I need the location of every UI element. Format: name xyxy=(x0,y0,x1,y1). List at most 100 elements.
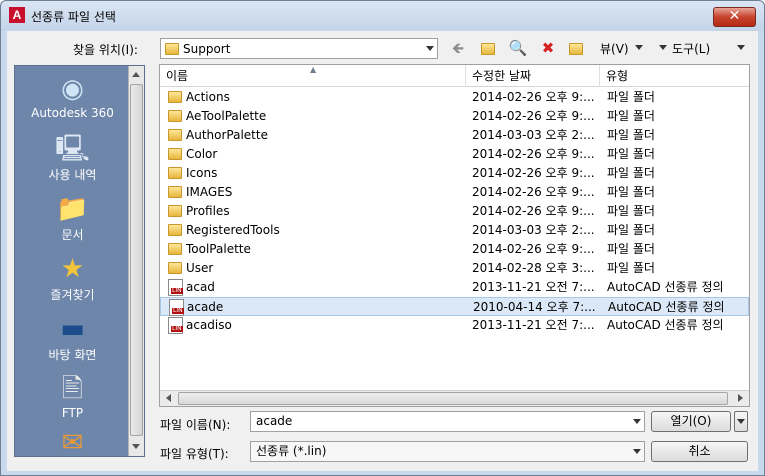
folder-icon xyxy=(168,224,182,236)
filetype-label: 파일 유형(T): xyxy=(160,447,229,461)
cloud-icon: ◉ xyxy=(61,74,84,104)
history-icon: 🖳 xyxy=(55,134,90,164)
folder-icon xyxy=(168,186,182,198)
list-header: 이름 ▲ 수정한 날짜 유형 xyxy=(160,65,749,87)
lin-file-icon: LIN xyxy=(168,317,183,334)
tools-menu-arrow-icon[interactable] xyxy=(659,45,667,50)
file-date: 2014-02-26 오후 9:... xyxy=(472,166,595,180)
place-autodesk-360[interactable]: ◉ Autodesk 360 xyxy=(15,72,130,120)
file-dialog-window: A 선종류 파일 선택 ✕ 찾을 위치(I): Support 🡸 🔍 ✖ 뷰(… xyxy=(0,0,765,476)
folder-icon xyxy=(168,205,182,217)
chevron-down-icon[interactable] xyxy=(426,46,434,51)
file-date: 2010-04-14 오후 7:... xyxy=(473,300,596,314)
scroll-down-icon[interactable] xyxy=(132,444,140,449)
file-type: AutoCAD 선종류 정의 xyxy=(608,300,725,314)
new-folder-icon[interactable] xyxy=(565,38,587,58)
scroll-right-icon[interactable] xyxy=(738,394,743,402)
place-documents[interactable]: 📁 문서 xyxy=(15,192,130,243)
file-list[interactable]: 이름 ▲ 수정한 날짜 유형 Actions 2014-02-26 오후 9:..… xyxy=(159,64,750,407)
table-row[interactable]: User 2014-02-28 오후 3:... 파일 폴더 xyxy=(160,259,749,278)
file-name: AeToolPalette xyxy=(186,109,267,123)
filename-dropdown-icon[interactable] xyxy=(633,419,641,424)
place-label: 사용 내역 xyxy=(48,168,97,182)
look-in-combo[interactable]: Support xyxy=(160,38,438,59)
column-date[interactable]: 수정한 날짜 xyxy=(466,65,600,87)
file-name: acad xyxy=(186,280,215,294)
up-folder-icon[interactable] xyxy=(477,38,499,58)
open-button[interactable]: 열기(O) xyxy=(651,411,731,432)
table-row[interactable]: Color 2014-02-26 오후 9:... 파일 폴더 xyxy=(160,145,749,164)
file-date: 2013-11-21 오전 7:... xyxy=(472,280,595,294)
table-row[interactable]: LIN acadiso 2013-11-21 오전 7:... AutoCAD 선종류… xyxy=(160,316,749,335)
file-date: 2014-02-28 오후 3:... xyxy=(472,261,595,275)
filename-input[interactable]: acade xyxy=(250,411,645,432)
view-menu[interactable]: 뷰(V) xyxy=(600,40,629,57)
place-desktop[interactable]: ▬ 바탕 화면 xyxy=(15,312,130,363)
lin-file-icon: LIN xyxy=(168,279,183,296)
table-row[interactable]: LIN acade 2010-04-14 오후 7:... AutoCAD 선종류 정… xyxy=(160,297,749,316)
file-date: 2014-03-03 오후 2:... xyxy=(472,223,595,237)
table-row[interactable]: LIN acad 2013-11-21 오전 7:... AutoCAD 선종류 정의 xyxy=(160,278,749,297)
folder-icon xyxy=(168,129,182,141)
place-label: Autodesk 360 xyxy=(31,106,114,120)
horizontal-scrollbar[interactable] xyxy=(160,390,749,406)
place-more[interactable]: ✉ xyxy=(15,426,130,456)
folder-icon xyxy=(168,167,182,179)
places-bar: ◉ Autodesk 360 🖳 사용 내역 📁 문서 ★ 즐겨찾기 ▬ 바탕 … xyxy=(14,65,145,457)
lin-file-icon: LIN xyxy=(169,299,184,316)
cancel-button[interactable]: 취소 xyxy=(651,441,748,462)
open-options-button[interactable] xyxy=(734,411,748,432)
scroll-thumb[interactable] xyxy=(130,84,143,436)
table-row[interactable]: AuthorPalette 2014-03-03 오후 2:... 파일 폴더 xyxy=(160,126,749,145)
tools-menu[interactable]: 도구(L) xyxy=(672,40,710,57)
file-date: 2014-02-26 오후 9:... xyxy=(472,90,595,104)
file-type: 파일 폴더 xyxy=(607,166,655,180)
ftp-icon: 🖹 xyxy=(62,374,83,404)
desktop-icon: ▬ xyxy=(60,314,85,344)
file-type: 파일 폴더 xyxy=(607,242,655,256)
file-name: Profiles xyxy=(186,204,230,218)
tools-dropdown-icon[interactable] xyxy=(737,45,745,50)
close-button[interactable]: ✕ xyxy=(713,7,756,27)
horizontal-scroll-thumb[interactable] xyxy=(178,392,728,405)
table-row[interactable]: Icons 2014-02-26 오후 9:... 파일 폴더 xyxy=(160,164,749,183)
filetype-dropdown-icon[interactable] xyxy=(633,449,641,454)
file-name: Actions xyxy=(186,90,230,104)
title-bar[interactable]: A 선종류 파일 선택 ✕ xyxy=(1,1,764,31)
place-history[interactable]: 🖳 사용 내역 xyxy=(15,132,130,183)
search-web-icon[interactable]: 🔍 xyxy=(507,38,529,58)
folder-icon xyxy=(168,262,182,274)
documents-icon: 📁 xyxy=(56,194,89,224)
table-row[interactable]: Profiles 2014-02-26 오후 9:... 파일 폴더 xyxy=(160,202,749,221)
scroll-up-icon[interactable] xyxy=(132,72,140,77)
table-row[interactable]: Actions 2014-02-26 오후 9:... 파일 폴더 xyxy=(160,88,749,107)
table-row[interactable]: IMAGES 2014-02-26 오후 9:... 파일 폴더 xyxy=(160,183,749,202)
view-menu-arrow-icon[interactable] xyxy=(635,45,643,50)
place-label: 바탕 화면 xyxy=(48,348,97,362)
file-date: 2014-02-26 오후 9:... xyxy=(472,109,595,123)
folder-icon xyxy=(165,43,179,55)
filetype-select[interactable]: 선종류 (*.lin) xyxy=(250,441,645,462)
file-date: 2014-02-26 오후 9:... xyxy=(472,185,595,199)
folder-icon xyxy=(168,243,182,255)
file-type: AutoCAD 선종류 정의 xyxy=(607,280,724,294)
place-ftp[interactable]: 🖹 FTP xyxy=(15,372,130,420)
file-date: 2013-11-21 오전 7:... xyxy=(472,318,595,332)
window-title: 선종류 파일 선택 xyxy=(31,10,116,24)
sort-ascending-icon: ▲ xyxy=(310,65,317,74)
delete-icon[interactable]: ✖ xyxy=(537,38,559,58)
table-row[interactable]: AeToolPalette 2014-02-26 오후 9:... 파일 폴더 xyxy=(160,107,749,126)
filename-label: 파일 이름(N): xyxy=(160,418,231,432)
file-date: 2014-02-26 오후 9:... xyxy=(472,147,595,161)
file-name: acadiso xyxy=(186,318,232,332)
column-type[interactable]: 유형 xyxy=(600,65,749,87)
place-favorites[interactable]: ★ 즐겨찾기 xyxy=(15,252,130,303)
scroll-left-icon[interactable] xyxy=(166,394,171,402)
look-in-value: Support xyxy=(183,42,231,56)
table-row[interactable]: ToolPalette 2014-02-26 오후 9:... 파일 폴더 xyxy=(160,240,749,259)
favorites-icon: ★ xyxy=(60,254,85,284)
places-scrollbar[interactable] xyxy=(128,66,144,456)
back-icon[interactable]: 🡸 xyxy=(447,38,469,58)
table-row[interactable]: RegisteredTools 2014-03-03 오후 2:... 파일 폴더 xyxy=(160,221,749,240)
folder-icon xyxy=(168,110,182,122)
